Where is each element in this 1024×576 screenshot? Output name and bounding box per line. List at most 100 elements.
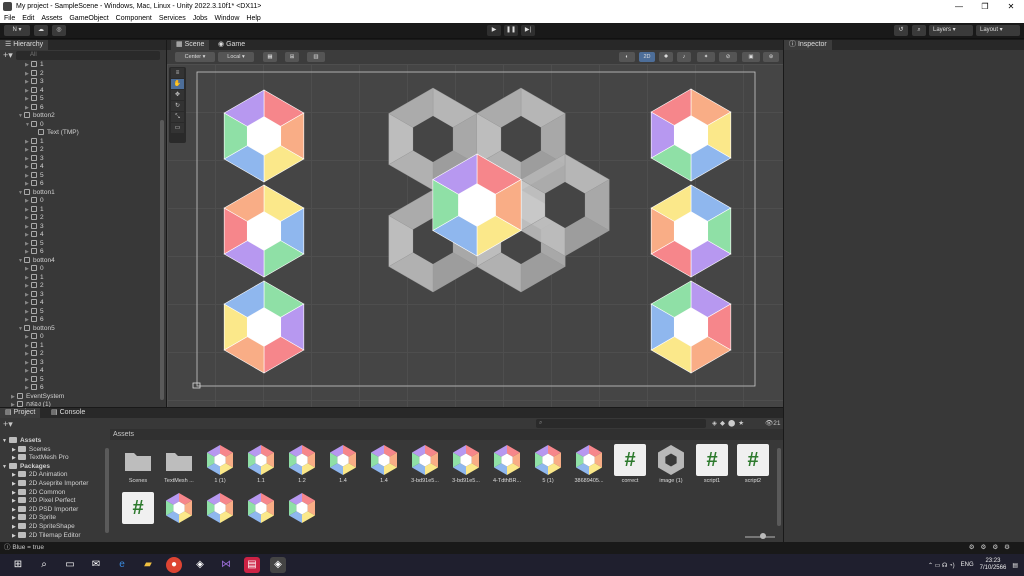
hierarchy-item[interactable]: ▶ 6 (25, 103, 44, 113)
tab-hierarchy[interactable]: ☰ Hierarchy (0, 40, 49, 50)
move-tool-icon[interactable]: ✥ (171, 90, 184, 100)
hierarchy-item[interactable]: ▶ 4 (25, 231, 44, 240)
pivot-dropdown[interactable]: Center ▾ (175, 52, 215, 62)
lighting-icon[interactable]: ✹ (659, 52, 673, 62)
scale-tool-icon[interactable]: ⤡ (171, 112, 184, 122)
add-icon[interactable]: +▾ (3, 50, 13, 61)
hierarchy-item[interactable]: ▶ 1 (25, 273, 44, 283)
toggle-2d-button[interactable]: 2D (639, 52, 655, 62)
button-color-hex[interactable] (650, 184, 732, 278)
asset-item[interactable]: # script2 (733, 442, 773, 490)
expanded-arrow-icon[interactable]: ▼ (2, 464, 7, 470)
button-color-hex[interactable] (223, 280, 305, 374)
asset-item[interactable]: 1 (1) (200, 442, 240, 490)
asset-item[interactable]: 38689405... (569, 442, 609, 490)
asset-item[interactable] (282, 490, 322, 538)
search-icon[interactable]: ⌕ (912, 25, 926, 36)
asset-item[interactable] (159, 490, 199, 538)
project-tree-item[interactable]: ▶ 2D Tilemap Editor (12, 531, 81, 541)
step-button[interactable]: ▶| (521, 25, 535, 36)
hierarchy-item[interactable]: ▼ botton2 (18, 112, 55, 121)
menu-item-services[interactable]: Services (159, 15, 186, 22)
hierarchy-item[interactable]: ▶ 1 (25, 341, 44, 351)
space-dropdown[interactable]: Local ▾ (218, 52, 254, 62)
tab-scene[interactable]: ▦ Scene (171, 40, 210, 50)
task-view-icon[interactable]: ▭ (62, 557, 78, 573)
hierarchy-item[interactable]: ▶ EventSystem (11, 392, 64, 402)
hierarchy-search-input[interactable]: All (16, 51, 160, 60)
button-color-hex[interactable] (650, 88, 732, 182)
asset-item[interactable]: 5 (1) (528, 442, 568, 490)
layout-dropdown[interactable]: Layout ▾ (976, 25, 1020, 36)
project-tree-item[interactable]: ▼ Packages (2, 462, 50, 472)
hierarchy-item[interactable]: ▼ 0 (25, 120, 44, 130)
hierarchy-item[interactable]: ▶ 5 (25, 239, 44, 249)
project-tree-item[interactable]: ▶ 2D Animation (12, 471, 68, 480)
project-tree-scrollbar[interactable] (105, 448, 109, 533)
project-tree-item[interactable]: ▶ Scenes (12, 445, 51, 455)
asset-item[interactable]: 1.4 (323, 442, 363, 490)
assets-scrollbar[interactable] (777, 448, 781, 526)
cloud-icon[interactable]: ☁ (34, 25, 48, 36)
effects-icon[interactable]: ✦ (697, 52, 715, 62)
rotate-tool-icon[interactable]: ↻ (171, 101, 184, 111)
hierarchy-item[interactable]: ▶ 3 (25, 154, 44, 164)
asset-item[interactable]: # correct (610, 442, 650, 490)
menu-item-component[interactable]: Component (116, 15, 152, 22)
menu-item-assets[interactable]: Assets (41, 15, 62, 22)
thumbnail-size-handle[interactable] (760, 533, 766, 539)
menu-item-window[interactable]: Window (215, 15, 240, 22)
project-tree-item[interactable]: ▶ 2D Aseprite Importer (12, 480, 88, 489)
audio-icon[interactable]: ♪ (677, 52, 691, 62)
clock[interactable]: 23:23 7/10/2566 (980, 558, 1007, 572)
account-button[interactable]: N ▾ (4, 25, 30, 36)
hierarchy-item[interactable]: ▶ 5 (25, 171, 44, 181)
mail-icon[interactable]: ✉ (88, 557, 104, 573)
hierarchy-item[interactable]: ▶ 3 (25, 358, 44, 368)
project-filter-icons[interactable]: ◈◆⬤★ (712, 419, 747, 427)
asset-item[interactable]: 1.2 (282, 442, 322, 490)
button-color-hex[interactable] (650, 280, 732, 374)
language-indicator[interactable]: ENG (961, 562, 974, 568)
layers-dropdown[interactable]: Layers ▾ (929, 25, 973, 36)
hierarchy-item[interactable]: ▶ 2 (25, 214, 44, 223)
asset-item[interactable]: image (1) (651, 442, 691, 490)
hierarchy-item[interactable]: ▶ 6 (25, 384, 44, 393)
pause-button[interactable]: ❚❚ (504, 25, 518, 36)
hierarchy-item[interactable]: ▶ 6 (25, 316, 44, 325)
hierarchy-item[interactable]: ▼ botton4 (18, 256, 55, 266)
visibility-icon[interactable]: ⊘ (719, 52, 737, 62)
tab-game[interactable]: ◉ Game (213, 40, 250, 50)
notification-icon[interactable]: ▤ (1012, 562, 1018, 569)
collapsed-arrow-icon[interactable]: ▶ (12, 490, 16, 496)
project-tree-item[interactable]: ▼ Assets (2, 437, 41, 446)
scene-canvas[interactable]: ≡ ✋ ✥ ↻ ⤡ ▭ (167, 64, 783, 407)
hierarchy-item[interactable]: ▶ 1 (25, 137, 44, 147)
expanded-arrow-icon[interactable]: ▼ (2, 438, 7, 444)
view-tool-icon[interactable]: ≡ (171, 68, 184, 78)
asset-item[interactable] (241, 490, 281, 538)
project-tree-item[interactable]: ▶ 2D Sprite (12, 514, 56, 523)
asset-item[interactable]: TextMesh ... (159, 442, 199, 490)
menu-item-help[interactable]: Help (246, 15, 260, 22)
canvas-handle[interactable] (192, 382, 201, 389)
collapsed-arrow-icon[interactable]: ▶ (12, 472, 16, 478)
tab-inspector[interactable]: ⓘ Inspector (784, 40, 832, 50)
hierarchy-item[interactable]: ▶ 2 (25, 282, 44, 291)
project-tree-item[interactable]: ▶ 2D Pixel Perfect (12, 497, 75, 506)
unity-hub-icon[interactable]: ◈ (192, 557, 208, 573)
hierarchy-item[interactable]: ▼ botton5 (18, 324, 55, 334)
unity-editor-taskbar-icon[interactable]: ◈ (270, 557, 286, 573)
hierarchy-item[interactable]: ▶ 0 (25, 333, 44, 342)
asset-item[interactable]: 1.4 (364, 442, 404, 490)
hierarchy-item[interactable]: ▶ 5 (25, 95, 44, 104)
hierarchy-item[interactable]: Text (TMP) (32, 129, 79, 138)
asset-item[interactable]: # script1 (692, 442, 732, 490)
menu-item-file[interactable]: File (4, 15, 15, 22)
collapsed-arrow-icon[interactable]: ▶ (12, 515, 16, 521)
file-explorer-icon[interactable]: ▰ (140, 557, 156, 573)
project-tree-item[interactable]: ▶ 2D Common (12, 488, 65, 498)
button-color-hex[interactable] (223, 89, 305, 183)
project-tree-item[interactable]: ▶ 2D SpriteShape (12, 523, 75, 532)
hand-tool-icon[interactable]: ✋ (171, 79, 184, 89)
